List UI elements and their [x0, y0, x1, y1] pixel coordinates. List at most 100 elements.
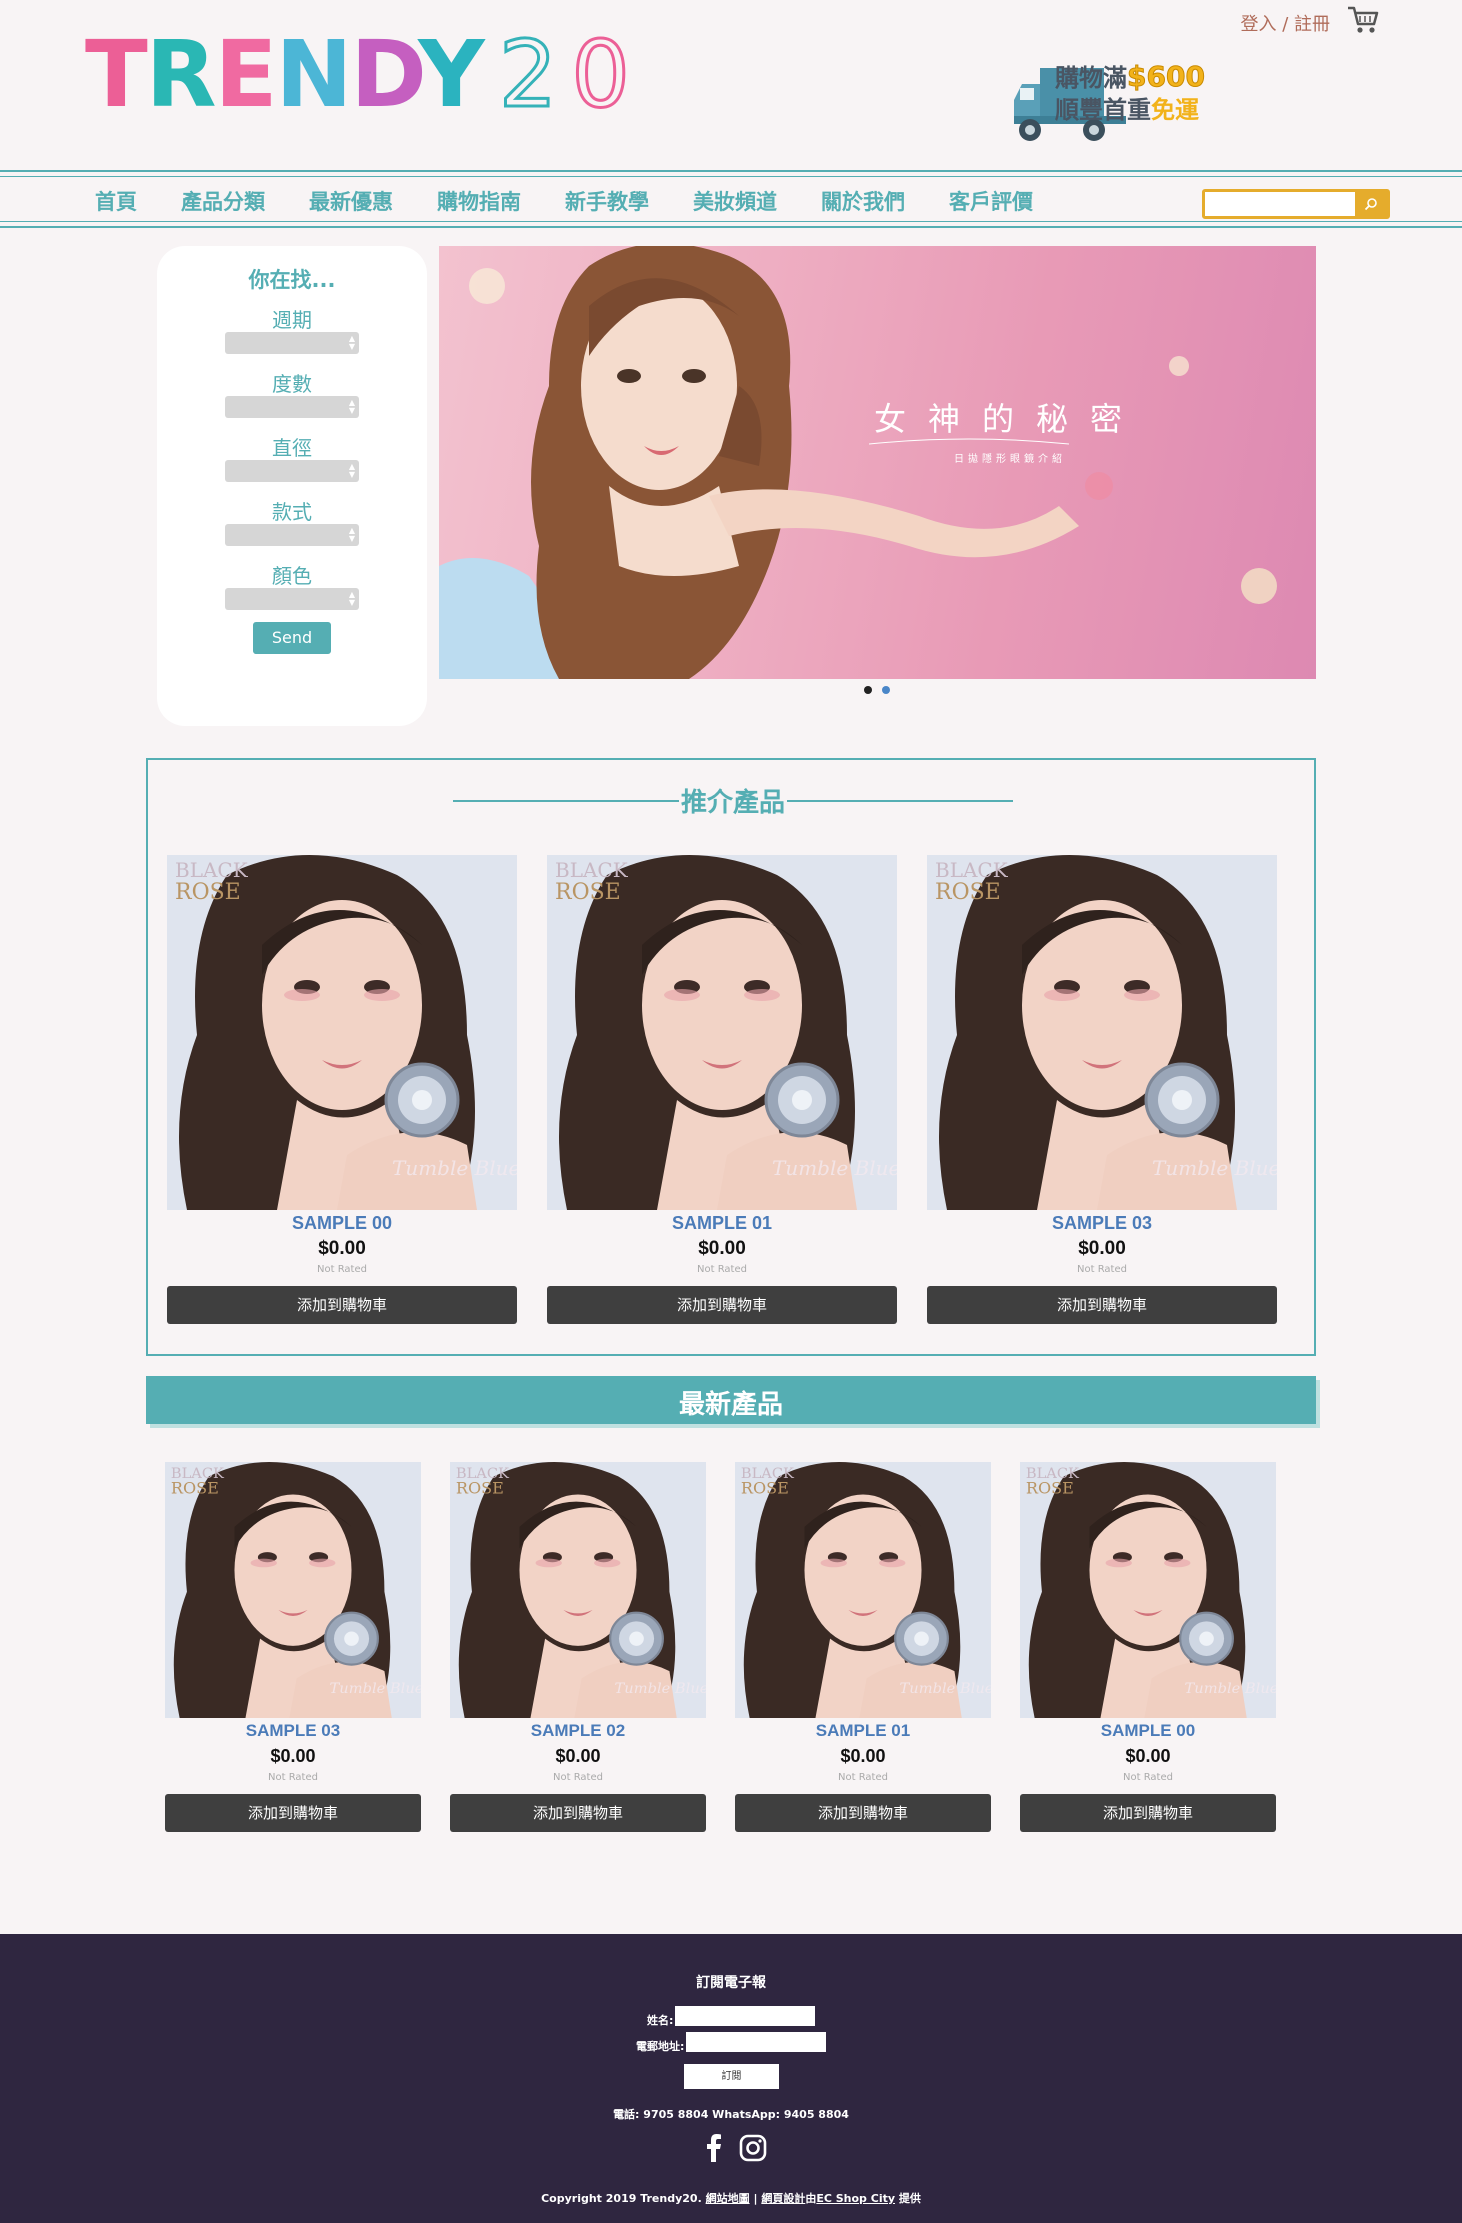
copyright-line: Copyright 2019 Trendy20. 網站地圖 | 網頁設計由EC …: [0, 2190, 1462, 2206]
facebook-icon[interactable]: [703, 2134, 725, 2162]
add-to-cart-button[interactable]: 添加到購物車: [927, 1286, 1277, 1324]
nav-item-about[interactable]: 關於我們: [821, 186, 905, 216]
provider-link[interactable]: EC Shop City: [816, 2192, 895, 2205]
product-image[interactable]: BLACK ROSE Tumble Blue: [450, 1462, 706, 1718]
nav-item-reviews[interactable]: 客戶評價: [949, 186, 1033, 216]
add-to-cart-button[interactable]: 添加到購物車: [167, 1286, 517, 1324]
site-footer: 訂閱電子報 姓名: 電郵地址: 訂閱 電話: 9705 8804 WhatsAp…: [0, 1934, 1462, 2223]
nav-item-beauty-channel[interactable]: 美妝頻道: [693, 186, 777, 216]
filter-select-diameter[interactable]: ▲ ▼: [225, 460, 359, 482]
nav-menu: 首頁 產品分類 最新優惠 購物指南 新手教學 美妝頻道 關於我們 客戶評價: [95, 172, 1077, 230]
search-button[interactable]: [1355, 192, 1387, 216]
filter-select-color[interactable]: ▲ ▼: [225, 588, 359, 610]
product-image[interactable]: BLACK ROSE Tumble Blue: [547, 855, 897, 1210]
product-card[interactable]: BLACK ROSE Tumble Blue SAMPLE 01 $0.00 Not Ra…: [547, 855, 897, 1330]
site-logo[interactable]: TRENDY 2 0: [85, 21, 631, 128]
product-image[interactable]: BLACK ROSE Tumble Blue: [167, 855, 517, 1210]
filter-select-power[interactable]: ▲ ▼: [225, 396, 359, 418]
product-name[interactable]: SAMPLE 02: [450, 1721, 706, 1741]
product-card[interactable]: BLACK ROSE Tumble Blue SAMPLE 01 $0.00 Not Ra…: [735, 1462, 991, 1838]
nav-item-home[interactable]: 首頁: [95, 186, 137, 216]
product-photo: BLACKROSETumble Blue: [165, 1462, 421, 1718]
web-design-link[interactable]: 網頁設計: [761, 2192, 805, 2205]
copyright-text: Copyright 2019 Trendy20.: [541, 2192, 702, 2205]
product-name[interactable]: SAMPLE 01: [735, 1721, 991, 1741]
svg-text:Tumble Blue: Tumble Blue: [900, 1681, 991, 1697]
search-box: [1202, 189, 1390, 219]
product-rating: Not Rated: [268, 1772, 318, 1783]
main-nav: 首頁 產品分類 最新優惠 購物指南 新手教學 美妝頻道 關於我們 客戶評價: [0, 170, 1462, 228]
latest-title: 最新產品: [678, 1390, 783, 1420]
filter-label-diameter: 直徑: [272, 436, 312, 460]
nav-item-shopping-guide[interactable]: 購物指南: [437, 186, 521, 216]
shipping-promo: 購物滿$600 順豐首重免運: [1010, 56, 1225, 148]
product-card[interactable]: BLACK ROSE Tumble Blue SAMPLE 03 $0.00 Not Ra…: [927, 855, 1277, 1330]
product-card[interactable]: BLACK ROSE Tumble Blue SAMPLE 03 $0.00 Not Ra…: [165, 1462, 421, 1838]
product-filter-panel: 你在找... 週期 ▲ ▼ 度數 ▲ ▼ 直徑 ▲ ▼ 款式 ▲ ▼ 顏色 ▲ ▼ Sen…: [157, 246, 427, 726]
product-name[interactable]: SAMPLE 00: [167, 1213, 517, 1234]
sitemap-link[interactable]: 網站地圖: [706, 2192, 750, 2205]
instagram-icon[interactable]: [739, 2134, 767, 2162]
product-name[interactable]: SAMPLE 01: [547, 1213, 897, 1234]
add-to-cart-button[interactable]: 添加到購物車: [165, 1794, 421, 1832]
product-name[interactable]: SAMPLE 03: [927, 1213, 1277, 1234]
product-rating: Not Rated: [697, 1264, 747, 1275]
recommended-title: 推介產品: [678, 788, 787, 818]
provided-text: 提供: [898, 2192, 921, 2205]
newsletter-subscribe-button[interactable]: 訂閱: [684, 2064, 779, 2089]
product-card[interactable]: BLACK ROSE Tumble Blue SAMPLE 02 $0.00 Not Ra…: [450, 1462, 706, 1838]
filter-select-cycle[interactable]: ▲ ▼: [225, 332, 359, 354]
product-card[interactable]: BLACK ROSE Tumble Blue SAMPLE 00 $0.00 Not Ra…: [167, 855, 517, 1330]
product-image[interactable]: BLACK ROSE Tumble Blue: [1020, 1462, 1276, 1718]
promo-line-2: 順豐首重免運: [1055, 96, 1199, 124]
add-to-cart-button[interactable]: 添加到購物車: [1020, 1794, 1276, 1832]
svg-text:ROSE: ROSE: [555, 880, 621, 905]
search-input[interactable]: [1205, 192, 1355, 216]
filter-label-color: 顏色: [272, 564, 312, 588]
add-to-cart-button[interactable]: 添加到購物車: [547, 1286, 897, 1324]
filter-select-style[interactable]: ▲ ▼: [225, 524, 359, 546]
add-to-cart-button[interactable]: 添加到購物車: [450, 1794, 706, 1832]
filter-label-cycle: 週期: [272, 308, 312, 332]
filter-label-style: 款式: [272, 500, 312, 524]
add-to-cart-button[interactable]: 添加到購物車: [735, 1794, 991, 1832]
newsletter-email-field[interactable]: [686, 2032, 826, 2052]
product-photo: BLACKROSETumble Blue: [450, 1462, 706, 1718]
svg-text:ROSE: ROSE: [1026, 1479, 1074, 1498]
svg-text:ROSE: ROSE: [741, 1479, 789, 1498]
nav-item-categories[interactable]: 產品分類: [181, 186, 265, 216]
svg-text:ROSE: ROSE: [456, 1479, 504, 1498]
product-image[interactable]: BLACK ROSE Tumble Blue: [165, 1462, 421, 1718]
latest-heading-bar: 最新產品: [146, 1376, 1316, 1424]
product-rating: Not Rated: [1123, 1772, 1173, 1783]
login-register-link[interactable]: 登入 / 註冊: [1240, 14, 1330, 35]
product-image[interactable]: BLACK ROSE Tumble Blue: [927, 855, 1277, 1210]
logo-wordmark: TRENDY 2 0: [85, 21, 631, 128]
product-image[interactable]: BLACK ROSE Tumble Blue: [735, 1462, 991, 1718]
svg-text:BLACK: BLACK: [175, 858, 249, 882]
banner-pagination: [864, 686, 900, 694]
product-price: $0.00: [1078, 1238, 1126, 1259]
svg-text:ROSE: ROSE: [171, 1479, 219, 1498]
product-photo: BLACKROSETumble Blue: [927, 855, 1277, 1210]
hero-banner[interactable]: 女神的秘密 日拋隱形眼鏡介紹: [439, 246, 1316, 679]
product-price: $0.00: [1125, 1746, 1171, 1766]
newsletter-name-field[interactable]: [675, 2006, 815, 2026]
banner-dot-2[interactable]: [882, 686, 890, 694]
product-rating: Not Rated: [553, 1772, 603, 1783]
filter-send-button[interactable]: Send: [253, 622, 331, 654]
product-card[interactable]: BLACK ROSE Tumble Blue SAMPLE 00 $0.00 Not Ra…: [1020, 1462, 1276, 1838]
recommended-heading: 推介產品: [453, 780, 1013, 820]
nav-item-offers[interactable]: 最新優惠: [309, 186, 393, 216]
banner-subtitle: 日拋隱形眼鏡介紹: [954, 454, 1066, 465]
banner-dot-1[interactable]: [864, 686, 872, 694]
nav-item-tutorial[interactable]: 新手教學: [565, 186, 649, 216]
contact-phone: 電話: 9705 8804 WhatsApp: 9405 8804: [613, 2108, 849, 2121]
social-links: [703, 2134, 767, 2162]
product-name[interactable]: SAMPLE 03: [165, 1721, 421, 1741]
filter-label-power: 度數: [272, 372, 312, 396]
product-name[interactable]: SAMPLE 00: [1020, 1721, 1276, 1741]
svg-text:Tumble Blue: Tumble Blue: [1152, 1156, 1277, 1180]
filter-title: 你在找...: [248, 268, 336, 292]
cart-icon[interactable]: [1346, 4, 1380, 36]
